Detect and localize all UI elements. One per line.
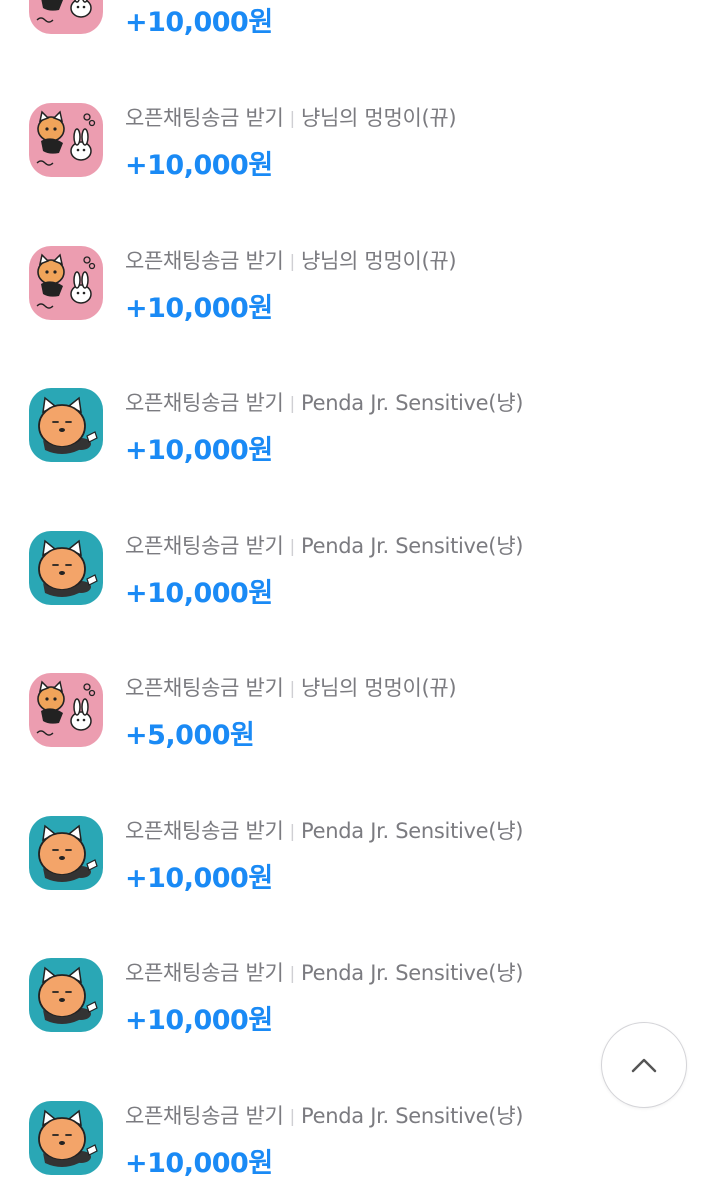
transaction-type: 오픈채팅송금 받기	[125, 676, 284, 700]
transaction-row[interactable]: +10,000원	[0, 0, 718, 38]
transaction-title: 오픈채팅송금 받기 | 냥님의 멍멍이(뀨)	[125, 102, 457, 132]
transaction-title: 오픈채팅송금 받기 | 냥님의 멍멍이(뀨)	[125, 245, 457, 275]
transaction-row[interactable]: 오픈채팅송금 받기 | Penda Jr. Sensitive(냥) +10,000원	[0, 461, 718, 609]
transaction-type: 오픈채팅송금 받기	[125, 819, 284, 843]
pink-dog-rabbit-icon	[29, 673, 103, 747]
transaction-amount: +10,000원	[125, 1148, 273, 1179]
transaction-row[interactable]: 오픈채팅송금 받기 | Penda Jr. Sensitive(냥) +10,000원	[0, 888, 718, 1036]
sender-name: Penda Jr. Sensitive(냥)	[300, 819, 524, 843]
transaction-title: 오픈채팅송금 받기 | Penda Jr. Sensitive(냥)	[125, 815, 523, 845]
sender-name: 냥님의 멍멍이(뀨)	[300, 676, 457, 700]
transaction-type: 오픈채팅송금 받기	[125, 249, 284, 273]
teal-raccoon-icon	[29, 1101, 103, 1175]
teal-raccoon-icon	[29, 531, 103, 605]
separator: |	[289, 679, 296, 699]
teal-raccoon-icon	[29, 816, 103, 890]
transaction-row[interactable]: 오픈채팅송금 받기 | 냥님의 멍멍이(뀨) +5,000원	[0, 603, 718, 751]
transaction-row[interactable]: 오픈채팅송금 받기 | Penda Jr. Sensitive(냥) +10,000원	[0, 746, 718, 894]
transaction-type: 오픈채팅송금 받기	[125, 534, 284, 558]
separator: |	[289, 109, 296, 129]
transaction-row[interactable]: 오픈채팅송금 받기 | 냥님의 멍멍이(뀨) +10,000원	[0, 176, 718, 324]
teal-raccoon-icon	[29, 388, 103, 462]
transaction-type: 오픈채팅송금 받기	[125, 961, 284, 985]
pink-dog-rabbit-icon	[29, 0, 103, 34]
separator: |	[289, 1107, 296, 1127]
transaction-type: 오픈채팅송금 받기	[125, 391, 284, 415]
transaction-row[interactable]: 오픈채팅송금 받기 | Penda Jr. Sensitive(냥) +10,000원	[0, 318, 718, 466]
sender-name: Penda Jr. Sensitive(냥)	[300, 961, 524, 985]
pink-dog-rabbit-icon	[29, 103, 103, 177]
sender-name: Penda Jr. Sensitive(냥)	[300, 1104, 524, 1128]
transaction-row[interactable]: 오픈채팅송금 받기 | 냥님의 멍멍이(뀨) +10,000원	[0, 33, 718, 181]
sender-name: 냥님의 멍멍이(뀨)	[300, 249, 457, 273]
transaction-title: 오픈채팅송금 받기 | Penda Jr. Sensitive(냥)	[125, 957, 523, 987]
sender-name: Penda Jr. Sensitive(냥)	[300, 391, 524, 415]
transaction-title: 오픈채팅송금 받기 | Penda Jr. Sensitive(냥)	[125, 387, 523, 417]
separator: |	[289, 822, 296, 842]
transaction-title: 오픈채팅송금 받기 | Penda Jr. Sensitive(냥)	[125, 1100, 523, 1130]
scroll-to-top-button[interactable]	[601, 1022, 687, 1108]
separator: |	[289, 537, 296, 557]
separator: |	[289, 394, 296, 414]
sender-name: Penda Jr. Sensitive(냥)	[300, 534, 524, 558]
transaction-type: 오픈채팅송금 받기	[125, 106, 284, 130]
separator: |	[289, 964, 296, 984]
chevron-up-icon	[631, 1058, 657, 1073]
transaction-list: +10,000원 오픈채팅송금 받기 | 냥님의 멍멍이(뀨) +10,000원 오픈채팅…	[0, 0, 718, 1200]
sender-name: 냥님의 멍멍이(뀨)	[300, 106, 457, 130]
transaction-type: 오픈채팅송금 받기	[125, 1104, 284, 1128]
separator: |	[289, 252, 296, 272]
pink-dog-rabbit-icon	[29, 246, 103, 320]
transaction-title: 오픈채팅송금 받기 | 냥님의 멍멍이(뀨)	[125, 672, 457, 702]
teal-raccoon-icon	[29, 958, 103, 1032]
transaction-title: 오픈채팅송금 받기 | Penda Jr. Sensitive(냥)	[125, 530, 523, 560]
